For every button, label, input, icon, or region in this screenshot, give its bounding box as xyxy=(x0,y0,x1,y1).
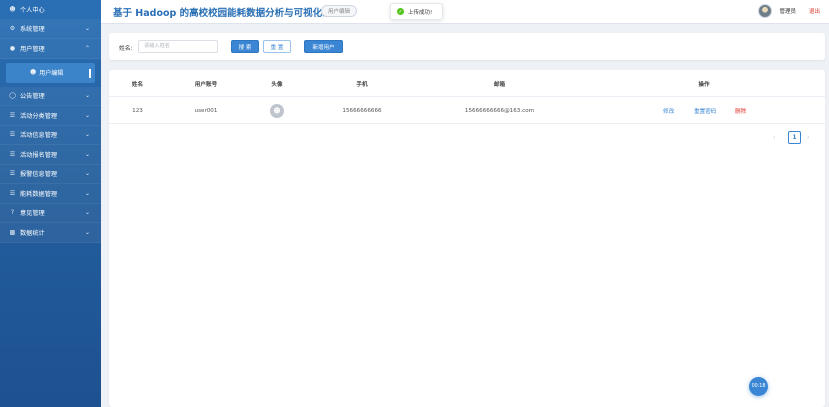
users-icon: ● xyxy=(9,44,16,52)
sidebar-item-system[interactable]: ⚙ 系统管理 ⌄ xyxy=(0,19,101,39)
floating-timer-button[interactable]: 00:18 xyxy=(749,377,768,396)
sidebar-item-label: 用户管理 xyxy=(20,45,45,53)
chevron-up-icon: ⌃ xyxy=(84,44,90,52)
person-icon: ☻ xyxy=(30,69,37,76)
avatar[interactable] xyxy=(758,4,772,18)
chevron-down-icon: ⌄ xyxy=(84,25,90,33)
chevron-left-icon: ‹ xyxy=(773,134,776,141)
sidebar-item-activity-category[interactable]: ☰ 活动分类管理 ⌄ xyxy=(0,106,101,126)
chevron-down-icon: ⌄ xyxy=(84,209,90,217)
sidebar-item-label: 活动报名管理 xyxy=(20,151,58,159)
list-icon: ☰ xyxy=(9,170,16,178)
person-icon: ☻ xyxy=(9,5,16,13)
sidebar-item-announcements[interactable]: ◯ 公告管理 ⌄ xyxy=(0,86,101,106)
sidebar-item-label: 报警信息管理 xyxy=(20,171,58,179)
chevron-right-icon: › xyxy=(807,134,810,141)
megaphone-icon: ◯ xyxy=(9,92,16,100)
list-icon: ☰ xyxy=(9,150,16,158)
edit-button[interactable]: 修改 xyxy=(663,97,674,124)
sidebar-item-statistics[interactable]: ▩ 数据统计 ⌄ xyxy=(0,223,101,243)
sidebar-item-feedback[interactable]: ? 意见管理 ⌄ xyxy=(0,203,101,223)
success-toast: ✓ 上传成功! xyxy=(390,3,443,20)
page-title: 基于 Hadoop 的高校校园能耗数据分析与可视化系统 xyxy=(113,8,342,19)
question-icon: ? xyxy=(10,209,15,217)
cell-avatar: ☻ xyxy=(246,97,308,124)
chevron-down-icon: ⌄ xyxy=(84,170,90,178)
chevron-down-icon: ⌄ xyxy=(84,131,90,139)
chart-icon: ▩ xyxy=(9,228,16,236)
sidebar-item-label: 数据统计 xyxy=(20,229,45,237)
cell-email: 15666666666@163.com xyxy=(464,107,535,114)
delete-button[interactable]: 删除 xyxy=(735,97,746,124)
column-header-email: 邮箱 xyxy=(493,81,506,88)
table-header: 姓名 用户账号 头像 手机 邮箱 操作 xyxy=(109,70,825,97)
prev-page-button[interactable]: ‹ xyxy=(772,131,784,144)
sidebar: ☻ 个人中心 ⚙ 系统管理 ⌄ ● 用户管理 ⌃ ☻ 用户编辑 ◯ 公告管理 ⌄… xyxy=(0,0,101,407)
sidebar-item-label: 用户编辑 xyxy=(39,70,64,77)
sidebar-item-label: 活动信息管理 xyxy=(20,132,58,140)
sidebar-item-energy-data[interactable]: ☰ 能耗数据管理 ⌄ xyxy=(0,184,101,204)
sidebar-item-profile[interactable]: ☻ 个人中心 xyxy=(0,0,101,20)
top-header: 基于 Hadoop 的高校校园能耗数据分析与可视化系统 用户编辑 ✓ 上传成功!… xyxy=(101,0,829,24)
toast-message: 上传成功! xyxy=(408,9,433,16)
name-search-input[interactable]: 请输入姓名 xyxy=(138,40,218,53)
sidebar-item-activity-info[interactable]: ☰ 活动信息管理 ⌄ xyxy=(0,125,101,145)
list-icon: ☰ xyxy=(9,131,16,139)
chevron-down-icon: ⌄ xyxy=(84,111,90,119)
table-row: 123 user001 ☻ 15666666666 15666666666@16… xyxy=(109,97,825,124)
chevron-down-icon: ⌄ xyxy=(84,189,90,197)
add-user-button[interactable]: 新增用户 xyxy=(304,40,343,53)
sidebar-item-users[interactable]: ● 用户管理 ⌃ xyxy=(0,39,101,59)
sidebar-item-label: 意见管理 xyxy=(20,210,45,218)
cell-name: 123 xyxy=(132,107,143,114)
sidebar-item-alarm-info[interactable]: ☰ 报警信息管理 ⌄ xyxy=(0,164,101,184)
user-table: 姓名 用户账号 头像 手机 邮箱 操作 123 user001 ☻ 156666… xyxy=(109,70,825,407)
column-header-actions: 操作 xyxy=(698,81,710,88)
logout-link[interactable]: 退出 xyxy=(809,7,820,15)
search-button[interactable]: 搜 索 xyxy=(231,40,259,53)
sidebar-subitem-user-edit[interactable]: ☻ 用户编辑 xyxy=(6,62,95,83)
chevron-down-icon: ⌄ xyxy=(84,92,90,100)
cell-phone: 15666666666 xyxy=(342,107,382,114)
list-icon: ☰ xyxy=(9,189,16,197)
check-circle-icon: ✓ xyxy=(397,8,404,15)
sidebar-item-label: 系统管理 xyxy=(20,26,45,34)
column-header-account: 用户账号 xyxy=(194,81,218,88)
reset-button[interactable]: 重 置 xyxy=(263,40,291,53)
list-icon: ☰ xyxy=(9,111,16,119)
chevron-down-icon: ⌄ xyxy=(84,228,90,236)
sidebar-item-label: 公告管理 xyxy=(20,93,45,101)
chevron-down-icon: ⌄ xyxy=(84,150,90,158)
sidebar-item-label: 能耗数据管理 xyxy=(20,190,58,198)
user-name: 管理员 xyxy=(779,9,796,15)
sidebar-item-label: 活动分类管理 xyxy=(20,112,58,120)
active-indicator xyxy=(89,68,91,78)
column-header-avatar: 头像 xyxy=(271,81,283,88)
next-page-button[interactable]: › xyxy=(806,131,818,144)
default-avatar-icon: ☻ xyxy=(270,103,284,118)
column-header-name: 姓名 xyxy=(131,81,144,88)
sidebar-item-label: 个人中心 xyxy=(20,6,45,14)
name-label: 姓名: xyxy=(119,46,133,52)
reset-password-button[interactable]: 重置密码 xyxy=(694,97,716,124)
sidebar-item-activity-signup[interactable]: ☰ 活动报名管理 ⌄ xyxy=(0,145,101,165)
gear-icon: ⚙ xyxy=(9,25,16,33)
search-panel: 姓名: 请输入姓名 搜 索 重 置 新增用户 xyxy=(109,33,825,60)
column-header-phone: 手机 xyxy=(356,81,368,88)
cell-account: user001 xyxy=(194,107,218,114)
page-number-1[interactable]: 1 xyxy=(788,131,801,144)
breadcrumb[interactable]: 用户编辑 xyxy=(321,5,358,17)
